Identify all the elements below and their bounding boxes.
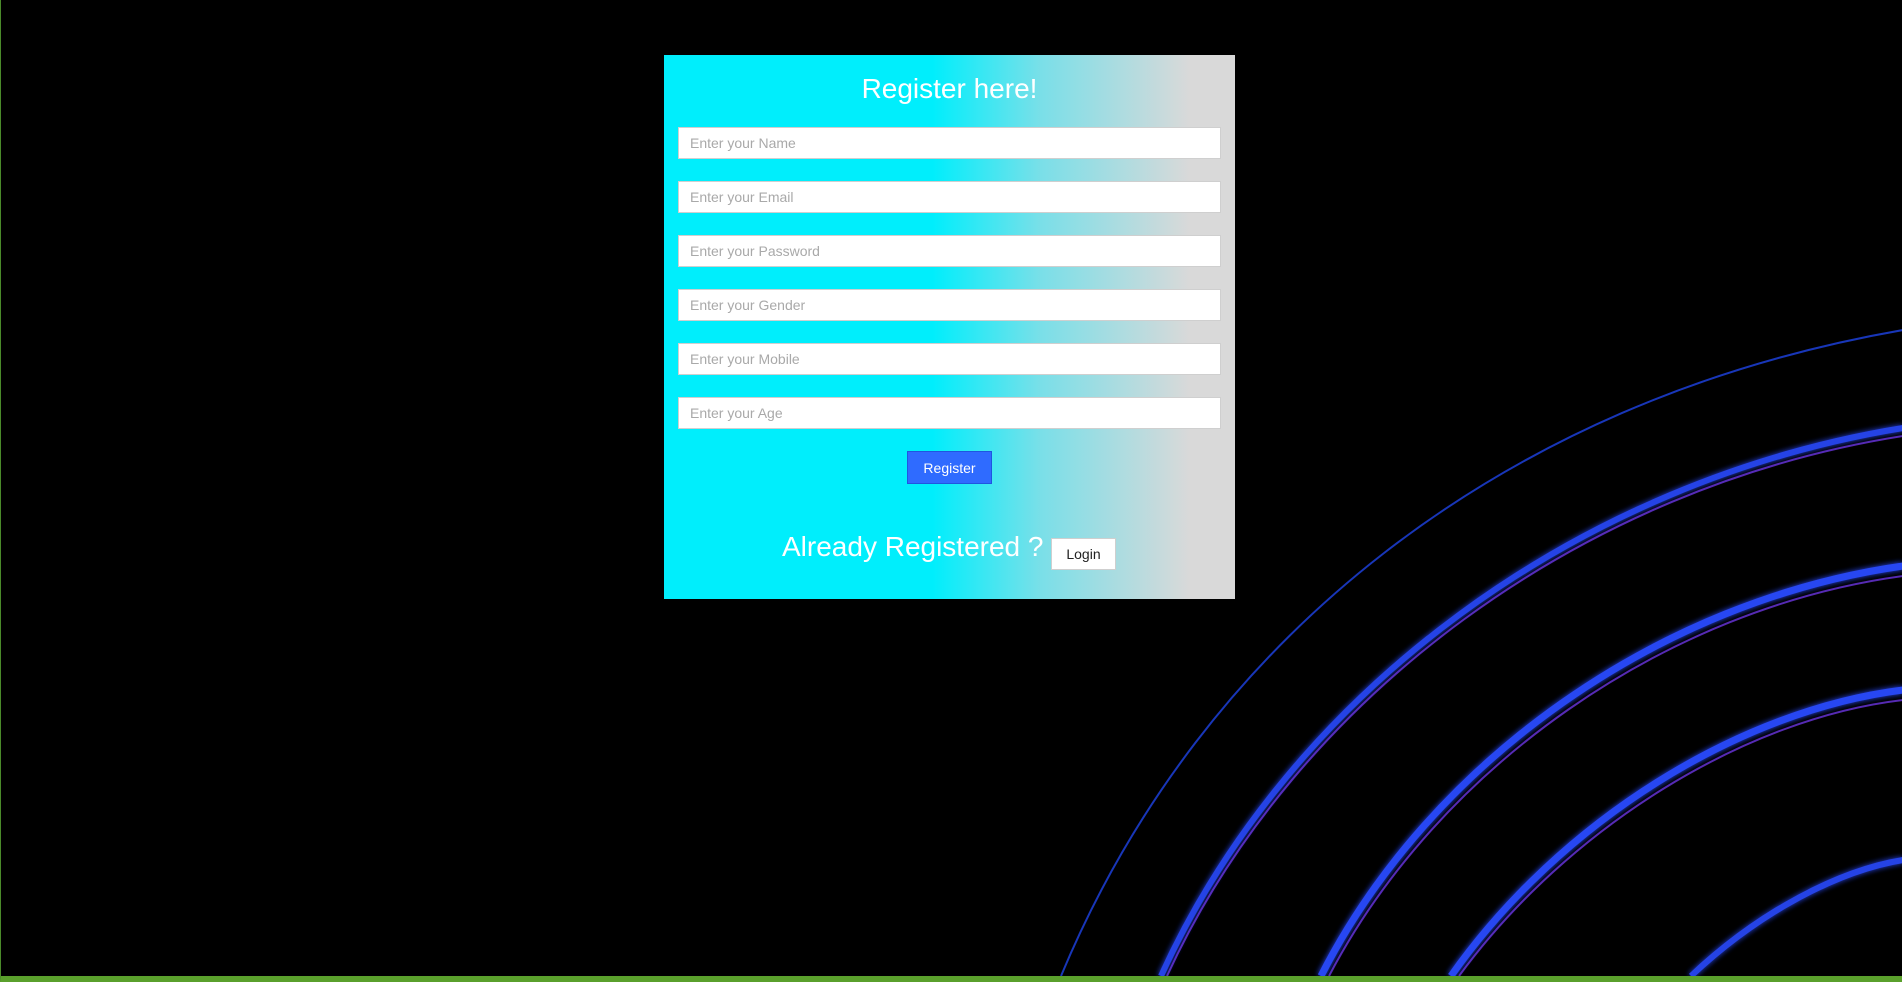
gender-input[interactable]: [678, 289, 1221, 321]
age-input[interactable]: [678, 397, 1221, 429]
register-button[interactable]: Register: [907, 451, 992, 484]
arc-5: [1688, 857, 1902, 976]
already-registered-text: Already Registered ?: [782, 531, 1044, 562]
arc-3: [1317, 562, 1902, 976]
arc-2: [1158, 425, 1902, 976]
register-panel: Register here! Register Already Register…: [664, 55, 1235, 599]
page: Register here! Register Already Register…: [0, 0, 1902, 982]
arc-3-violet: [1328, 575, 1902, 976]
password-input[interactable]: [678, 235, 1221, 267]
form-title: Register here!: [861, 73, 1038, 104]
email-input[interactable]: [678, 181, 1221, 213]
login-button[interactable]: Login: [1051, 538, 1116, 570]
name-input[interactable]: [678, 127, 1221, 159]
mobile-input[interactable]: [678, 343, 1221, 375]
arc-2-violet: [1166, 435, 1902, 976]
